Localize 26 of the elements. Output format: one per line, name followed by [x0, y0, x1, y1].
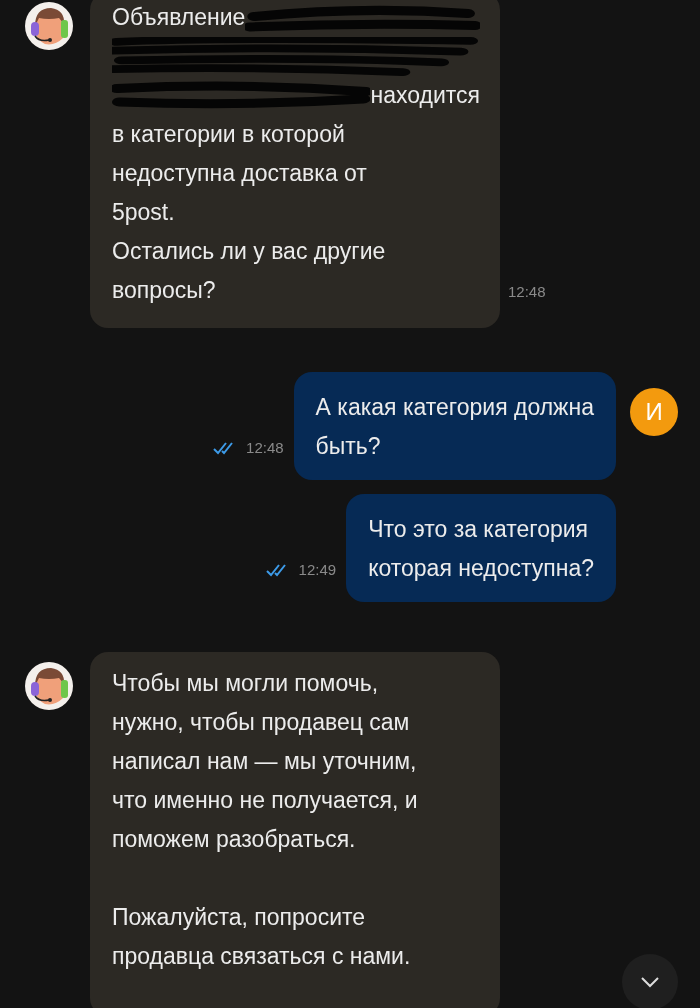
message-text: Объявление: [112, 3, 246, 32]
message-text: которая недоступна?: [368, 554, 594, 583]
message-text: недоступна доставка от: [112, 159, 368, 188]
message-text: Пожалуйста, попросите: [112, 903, 367, 932]
message-text: А какая категория должна: [315, 393, 594, 422]
message-text: Чтобы мы могли помочь,: [112, 669, 380, 698]
message-text: вопросы?: [112, 276, 217, 305]
support-agent-avatar: [25, 2, 73, 50]
support-agent-avatar: [25, 662, 73, 710]
message-text: поможем разобраться.: [112, 825, 357, 854]
message-text: написал нам — мы уточним,: [112, 747, 418, 776]
message-time: 12:48: [246, 439, 284, 456]
message-text: продавца связаться с нами.: [112, 942, 412, 971]
message-time: 12:49: [298, 561, 337, 578]
message-text: в категории в которой: [112, 120, 346, 149]
message-text: Остались ли у вас другие: [112, 237, 387, 266]
message-text: Что это за категория: [368, 515, 590, 544]
message-text: находится: [370, 81, 480, 110]
message-text: быть?: [315, 432, 382, 461]
scroll-down-button[interactable]: [622, 954, 678, 1008]
chevron-down-icon: [639, 975, 661, 989]
user-avatar: И: [630, 388, 678, 436]
message-text: 5post.: [112, 198, 176, 227]
message-text: что именно не получается, и: [112, 786, 419, 815]
message-time: 12:48: [508, 283, 546, 300]
message-text: нужно, чтобы продавец сам: [112, 708, 411, 737]
